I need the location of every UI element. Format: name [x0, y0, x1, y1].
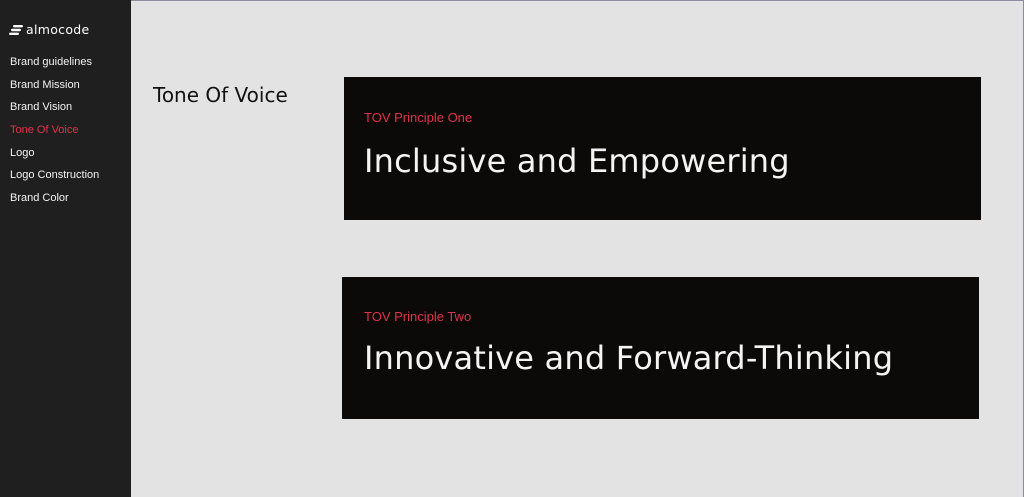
sidebar-item-brand-vision[interactable]: Brand Vision — [10, 100, 99, 123]
brand-logo[interactable]: almocode — [9, 22, 90, 37]
page: almocode Brand guidelines Brand Mission … — [0, 0, 1024, 497]
content-area — [131, 0, 1024, 497]
principle-title: Inclusive and Empowering — [364, 142, 790, 180]
sidebar-item-brand-guidelines[interactable]: Brand guidelines — [10, 55, 99, 78]
principle-card-one: TOV Principle One Inclusive and Empoweri… — [344, 77, 981, 220]
principle-title: Innovative and Forward-Thinking — [364, 339, 894, 377]
sidebar-nav: Brand guidelines Brand Mission Brand Vis… — [10, 55, 99, 214]
brand-name: almocode — [26, 22, 90, 37]
sidebar: almocode Brand guidelines Brand Mission … — [0, 0, 131, 497]
sidebar-item-logo-construction[interactable]: Logo Construction — [10, 168, 99, 191]
sidebar-item-brand-mission[interactable]: Brand Mission — [10, 78, 99, 101]
principle-label: TOV Principle Two — [364, 309, 472, 324]
sidebar-item-brand-color[interactable]: Brand Color — [10, 191, 99, 214]
page-title: Tone Of Voice — [153, 83, 288, 107]
sidebar-item-tone-of-voice[interactable]: Tone Of Voice — [10, 123, 99, 146]
stacked-bars-logo-icon — [9, 24, 23, 35]
sidebar-item-logo[interactable]: Logo — [10, 146, 99, 169]
principle-card-two: TOV Principle Two Innovative and Forward… — [342, 277, 979, 419]
principle-label: TOV Principle One — [364, 110, 473, 125]
